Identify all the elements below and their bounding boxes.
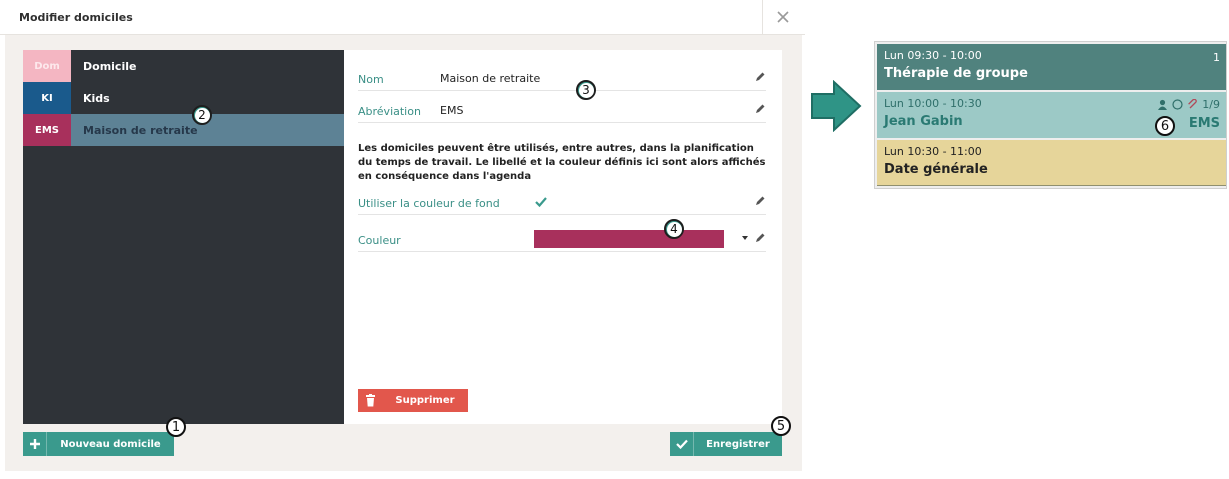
domicile-badge: EMS [23, 114, 71, 146]
domicile-list: Dom Domicile KI Kids EMS Maison de retra… [23, 50, 344, 424]
new-domicile-label: Nouveau domicile [60, 438, 161, 450]
person-icon [1158, 99, 1168, 110]
domicile-badge: Dom [23, 50, 71, 82]
list-item-kids[interactable]: KI Kids [23, 82, 344, 114]
appointment-time: Lun 09:30 - 10:00 [884, 49, 982, 62]
close-button[interactable] [762, 0, 802, 35]
appointment-icons: 1/9 [1157, 98, 1220, 111]
pencil-icon[interactable] [754, 195, 766, 207]
delete-button[interactable]: Supprimer [358, 389, 468, 412]
background-color-toggle-field[interactable]: Utiliser la couleur de fond [358, 191, 766, 215]
pencil-icon[interactable] [754, 103, 766, 115]
background-color-label: Utiliser la couleur de fond [358, 197, 500, 210]
appointment-count: 1 [1213, 51, 1220, 64]
agenda-preview: Lun 09:30 - 10:00 Thérapie de groupe 1 L… [874, 41, 1227, 189]
callout-3: 3 [576, 80, 596, 100]
close-icon [776, 8, 789, 27]
appointment-title: Thérapie de groupe [884, 66, 1028, 81]
abbreviation-label: Abréviation [358, 105, 421, 118]
name-label: Nom [358, 73, 384, 86]
domicile-label: Maison de retraite [83, 123, 198, 137]
caret-down-icon[interactable] [741, 234, 749, 242]
save-button[interactable]: Enregistrer [670, 432, 782, 456]
name-value[interactable]: Maison de retraite [440, 72, 540, 85]
list-item-maison-de-retraite[interactable]: EMS Maison de retraite [23, 114, 344, 146]
trash-icon [358, 389, 382, 412]
appointment-title: Date générale [884, 162, 988, 177]
callout-4: 4 [664, 219, 684, 239]
dialog-title: Modifier domiciles [19, 11, 133, 24]
callout-6: 6 [1155, 116, 1175, 136]
delete-label: Supprimer [395, 395, 455, 406]
info-text: Les domiciles peuvent être utilisés, ent… [358, 143, 766, 182]
plus-icon [23, 432, 47, 456]
color-field[interactable]: Couleur [358, 228, 766, 252]
agenda-appointment[interactable]: Lun 09:30 - 10:00 Thérapie de groupe 1 [877, 44, 1226, 90]
save-label: Enregistrer [706, 438, 770, 450]
agenda-appointment[interactable]: Lun 10:00 - 10:30 Jean Gabin 1/9 EMS [877, 92, 1226, 138]
domicile-badge: KI [23, 82, 71, 114]
name-field[interactable]: Nom Maison de retraite [358, 67, 766, 91]
appointment-count: 1/9 [1202, 98, 1220, 111]
abbreviation-field[interactable]: Abréviation EMS [358, 99, 766, 123]
color-label: Couleur [358, 234, 401, 247]
appointment-title: Jean Gabin [884, 114, 963, 129]
domicile-label: Kids [83, 91, 110, 105]
callout-2: 2 [192, 105, 212, 125]
appointment-domicile-tag: EMS [1188, 116, 1220, 131]
list-item-domicile[interactable]: Dom Domicile [23, 50, 344, 82]
callout-1: 1 [166, 417, 186, 437]
dialog-header: Modifier domiciles [0, 0, 805, 35]
agenda-appointment[interactable]: Lun 10:30 - 11:00 Date générale [877, 140, 1226, 186]
callout-5: 5 [771, 416, 791, 436]
pencil-icon[interactable] [754, 232, 766, 244]
color-swatch[interactable] [534, 230, 724, 248]
abbreviation-value[interactable]: EMS [440, 104, 463, 117]
pencil-icon[interactable] [754, 71, 766, 83]
appointment-time: Lun 10:00 - 10:30 [884, 97, 982, 110]
checkmark-icon [670, 432, 694, 456]
circle-icon [1172, 99, 1183, 110]
appointment-time: Lun 10:30 - 11:00 [884, 145, 982, 158]
paperclip-icon [1188, 99, 1198, 109]
domicile-label: Domicile [83, 59, 137, 73]
arrow-right-icon [811, 80, 862, 132]
new-domicile-button[interactable]: Nouveau domicile [23, 432, 174, 456]
checkmark-icon[interactable] [534, 195, 548, 209]
domicile-detail-form: Nom Maison de retraite Abréviation EMS L… [344, 50, 782, 424]
